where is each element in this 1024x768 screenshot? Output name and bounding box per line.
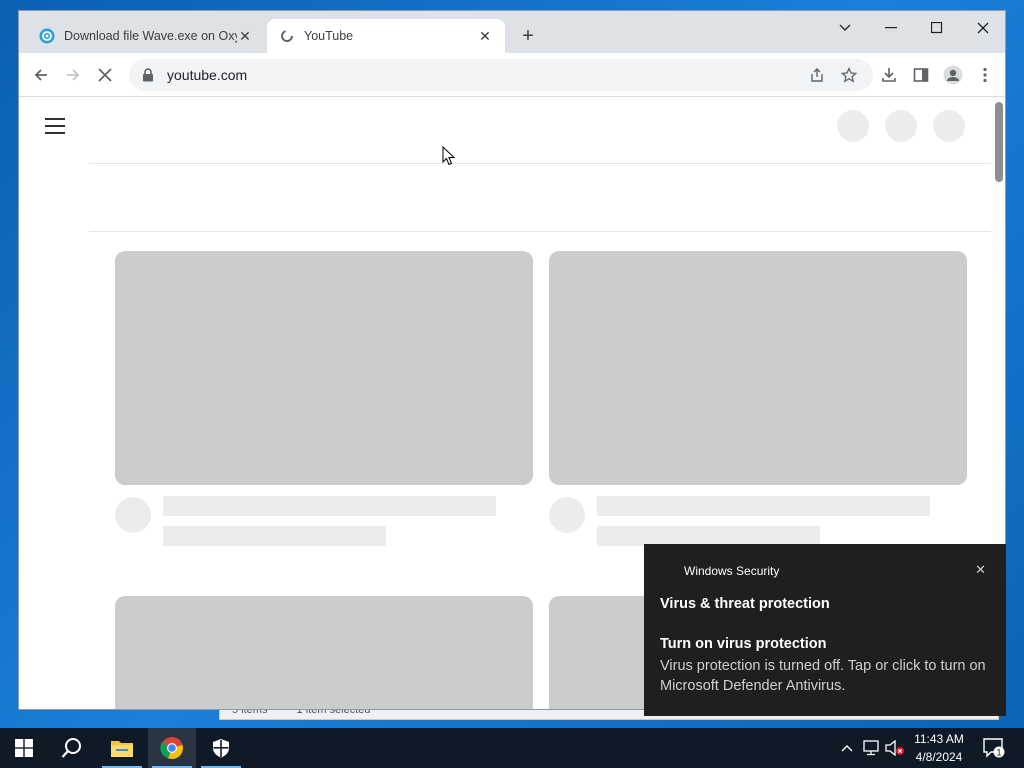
tab-title: Download file Wave.exe on Oxy.Cloud — [64, 29, 237, 43]
video-thumbnail-placeholder — [549, 251, 967, 485]
tab-youtube[interactable]: YouTube ✕ — [267, 19, 505, 53]
network-icon[interactable] — [860, 728, 882, 768]
notification-count: 1 — [996, 748, 1001, 758]
tab-search-icon[interactable] — [825, 15, 865, 41]
notification-body: Virus protection is turned off. Tap or c… — [660, 658, 986, 694]
forward-button[interactable] — [61, 63, 85, 87]
clock-date: 4/8/2024 — [915, 750, 963, 764]
folder-icon — [111, 741, 133, 757]
browser-toolbar: youtube.com — [19, 53, 1005, 97]
stop-loading-button[interactable] — [93, 63, 117, 87]
notification-icon: 1 — [983, 738, 1005, 758]
title-placeholder — [597, 496, 930, 516]
url-text: youtube.com — [167, 67, 248, 83]
scrollbar-thumb[interactable] — [995, 102, 1003, 182]
close-window-button[interactable] — [963, 15, 1003, 41]
chips-divider — [89, 231, 991, 232]
profile-icon[interactable] — [941, 63, 965, 87]
loading-spinner-icon — [281, 30, 293, 42]
header-divider — [89, 163, 991, 164]
maximize-button[interactable] — [917, 15, 957, 41]
new-tab-button[interactable]: + — [517, 25, 539, 47]
header-placeholder-circle — [885, 110, 917, 142]
taskbar: 11:43 AM 4/8/2024 1 — [0, 728, 1024, 768]
tab-oxy-cloud[interactable]: Download file Wave.exe on Oxy.Cloud ✕ — [27, 19, 265, 53]
channel-avatar-placeholder — [115, 497, 151, 533]
taskbar-file-explorer[interactable] — [98, 728, 146, 768]
show-hidden-icons-chevron-icon[interactable] — [836, 728, 858, 768]
notification-app-name: Windows Security — [684, 564, 780, 578]
close-notification-icon[interactable]: ✕ — [975, 562, 986, 578]
header-placeholder-circle — [933, 110, 965, 142]
notification-heading: Virus & threat protection — [660, 596, 830, 612]
windows-logo-icon — [15, 739, 33, 757]
search-icon — [61, 738, 81, 758]
address-bar[interactable]: youtube.com — [129, 59, 873, 91]
shield-icon — [213, 739, 229, 758]
action-center-button[interactable]: 1 — [980, 728, 1008, 768]
bookmark-star-icon[interactable] — [837, 63, 861, 87]
title-placeholder — [163, 496, 496, 516]
share-icon[interactable] — [805, 63, 829, 87]
taskbar-clock[interactable]: 11:43 AM 4/8/2024 — [906, 730, 972, 766]
taskbar-windows-security[interactable] — [197, 728, 245, 768]
back-button[interactable] — [29, 63, 53, 87]
minimize-button[interactable] — [871, 15, 911, 41]
taskbar-chrome[interactable] — [148, 728, 196, 768]
video-thumbnail-placeholder — [115, 596, 533, 709]
kebab-menu-icon[interactable] — [973, 63, 997, 87]
mouse-cursor-icon — [442, 146, 456, 166]
tab-strip: Download file Wave.exe on Oxy.Cloud ✕ Yo… — [19, 11, 1005, 53]
windows-security-notification[interactable]: Windows Security ✕ Virus & threat protec… — [644, 544, 1006, 716]
search-button[interactable] — [48, 728, 96, 768]
channel-avatar-placeholder — [549, 497, 585, 533]
downloads-icon[interactable] — [877, 63, 901, 87]
close-tab-icon[interactable]: ✕ — [237, 28, 253, 44]
side-panel-icon[interactable] — [909, 63, 933, 87]
oxy-cloud-favicon-icon — [39, 28, 55, 44]
volume-muted-icon[interactable] — [884, 728, 906, 768]
close-tab-icon[interactable]: ✕ — [477, 28, 493, 44]
tab-title: YouTube — [304, 29, 354, 43]
notification-subheading: Turn on virus protection — [660, 636, 827, 652]
header-placeholder-circle — [837, 110, 869, 142]
lock-icon — [143, 68, 153, 82]
chrome-icon — [160, 737, 183, 760]
menu-icon[interactable] — [45, 118, 65, 134]
meta-placeholder — [163, 526, 386, 546]
meta-placeholder — [597, 526, 820, 546]
video-thumbnail-placeholder — [115, 251, 533, 485]
clock-time: 11:43 AM — [914, 732, 964, 746]
start-button[interactable] — [0, 728, 48, 768]
